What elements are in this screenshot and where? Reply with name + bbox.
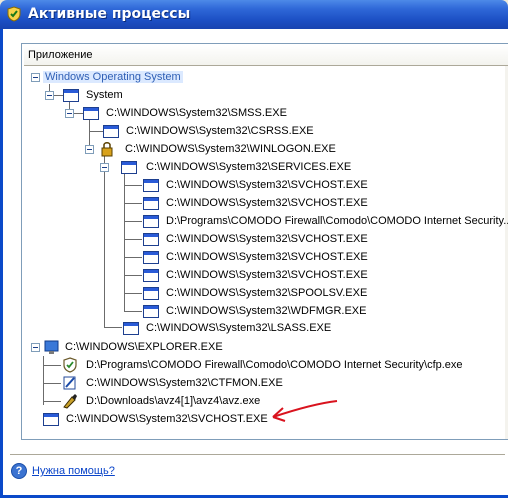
tree-node-label: C:\WINDOWS\System32\SVCHOST.EXE: [166, 179, 368, 191]
window-icon: [43, 413, 59, 426]
tree-node-label: C:\WINDOWS\System32\SERVICES.EXE: [146, 161, 352, 173]
tree-node-lsass[interactable]: C:\WINDOWS\System32\LSASS.EXE: [123, 320, 423, 337]
tree-node-winlogon[interactable]: C:\WINDOWS\System32\WINLOGON.EXE: [85, 141, 405, 158]
tree-node-comodo-security[interactable]: D:\Programs\COMODO Firewall\Comodo\COMOD…: [143, 213, 508, 230]
explorer-icon: [44, 340, 59, 354]
collapse-toggle[interactable]: [65, 109, 74, 118]
text-service-icon: [63, 376, 76, 390]
shield-check-icon: [7, 6, 21, 22]
tree-node-label: Windows Operating System: [43, 71, 183, 83]
tree-node-services[interactable]: C:\WINDOWS\System32\SERVICES.EXE: [100, 159, 420, 176]
tree-line: [43, 356, 44, 405]
tree-node-label: D:\Programs\COMODO Firewall\Comodo\COMOD…: [166, 215, 508, 227]
tree-node-system[interactable]: System: [45, 87, 245, 104]
window-icon: [143, 251, 159, 264]
collapse-toggle[interactable]: [31, 73, 40, 82]
tree-line: [124, 203, 142, 204]
collapse-toggle[interactable]: [31, 343, 40, 352]
window-title: Активные процессы: [28, 6, 191, 22]
annotation-arrow-icon: [272, 400, 338, 422]
window-icon: [121, 161, 137, 174]
tree-line: [124, 311, 142, 312]
tree-node-svchost[interactable]: C:\WINDOWS\System32\SVCHOST.EXE: [143, 195, 443, 212]
tree-node-label: System: [86, 89, 123, 101]
tree-node-label: C:\WINDOWS\System32\LSASS.EXE: [146, 322, 332, 334]
tree-line: [43, 401, 61, 402]
tree-node-svchost[interactable]: C:\WINDOWS\System32\SVCHOST.EXE: [143, 249, 443, 266]
window-icon: [143, 305, 159, 318]
window-icon: [143, 179, 159, 192]
column-header[interactable]: Приложение: [24, 45, 508, 66]
tree-node-cfp[interactable]: D:\Programs\COMODO Firewall\Comodo\COMOD…: [62, 357, 502, 374]
tree-node-label: C:\WINDOWS\EXPLORER.EXE: [65, 341, 223, 353]
collapse-toggle[interactable]: [45, 91, 54, 100]
column-header-label: Приложение: [28, 49, 93, 61]
tree-node-label: D:\Programs\COMODO Firewall\Comodo\COMOD…: [86, 359, 463, 371]
title-bar[interactable]: Активные процессы: [0, 0, 508, 29]
tree-node-label: C:\WINDOWS\System32\CSRSS.EXE: [126, 125, 314, 137]
tree-node-ctfmon[interactable]: C:\WINDOWS\System32\CTFMON.EXE: [62, 375, 362, 392]
window-icon: [143, 215, 159, 228]
window-icon: [143, 197, 159, 210]
tree-line: [43, 365, 61, 366]
tree-line: [43, 383, 61, 384]
window-icon: [143, 287, 159, 300]
tree-node-windows-os[interactable]: Windows Operating System: [28, 69, 498, 86]
tree-line: [124, 257, 142, 258]
tree-node-csrss[interactable]: C:\WINDOWS\System32\CSRSS.EXE: [103, 123, 403, 140]
tree-node-label: C:\WINDOWS\System32\SVCHOST.EXE: [166, 233, 368, 245]
tree-node-label: C:\WINDOWS\System32\SMSS.EXE: [106, 107, 287, 119]
tree-line: [124, 221, 142, 222]
tree-node-svchost[interactable]: C:\WINDOWS\System32\SVCHOST.EXE: [143, 177, 443, 194]
lock-icon: [101, 142, 113, 157]
tree-line: [124, 293, 142, 294]
collapse-toggle[interactable]: [100, 163, 109, 172]
tree-node-label: C:\WINDOWS\System32\CTFMON.EXE: [86, 377, 283, 389]
tree-line: [124, 185, 142, 186]
help-link[interactable]: Нужна помощь?: [32, 465, 115, 477]
tree-node-label: C:\WINDOWS\System32\SPOOLSV.EXE: [166, 287, 368, 299]
tree-node-label: C:\WINDOWS\System32\SVCHOST.EXE: [166, 197, 368, 209]
avz-icon: [63, 394, 77, 409]
tree-line: [104, 156, 105, 328]
tree-node-label: C:\WINDOWS\System32\SVCHOST.EXE: [166, 251, 368, 263]
tree-line: [124, 174, 125, 311]
window-icon: [123, 322, 139, 335]
tree-node-svchost[interactable]: C:\WINDOWS\System32\SVCHOST.EXE: [143, 231, 443, 248]
window-icon: [83, 107, 99, 120]
tree-line: [104, 327, 122, 328]
comodo-shield-icon: [63, 357, 77, 373]
tree-node-svchost[interactable]: C:\WINDOWS\System32\SVCHOST.EXE: [143, 267, 443, 284]
window-icon: [103, 125, 119, 138]
tree-node-spoolsv[interactable]: C:\WINDOWS\System32\SPOOLSV.EXE: [143, 285, 443, 302]
tree-node-label: C:\WINDOWS\System32\SVCHOST.EXE: [166, 269, 368, 281]
tree-node-label: D:\Downloads\avz4[1]\avz4\avz.exe: [86, 395, 261, 407]
tree-node-label: C:\WINDOWS\System32\SVCHOST.EXE: [66, 413, 268, 425]
tree-node-wdfmgr[interactable]: C:\WINDOWS\System32\WDFMGR.EXE: [143, 303, 443, 320]
window-icon: [143, 269, 159, 282]
tree-line: [89, 131, 103, 132]
tree-line: [124, 239, 142, 240]
collapse-toggle[interactable]: [85, 145, 94, 154]
tree-line: [124, 275, 142, 276]
tree-node-label: C:\WINDOWS\System32\WINLOGON.EXE: [125, 143, 336, 155]
window-icon: [143, 233, 159, 246]
tree-node-label: C:\WINDOWS\System32\WDFMGR.EXE: [166, 305, 367, 317]
tree-node-explorer[interactable]: C:\WINDOWS\EXPLORER.EXE: [28, 339, 328, 356]
tree-node-smss[interactable]: C:\WINDOWS\System32\SMSS.EXE: [65, 105, 365, 122]
tree-node-avz[interactable]: D:\Downloads\avz4[1]\avz4\avz.exe: [62, 393, 402, 410]
footer-separator: [10, 454, 505, 455]
window-icon: [63, 89, 79, 102]
help-question-icon[interactable]: ?: [11, 463, 27, 479]
